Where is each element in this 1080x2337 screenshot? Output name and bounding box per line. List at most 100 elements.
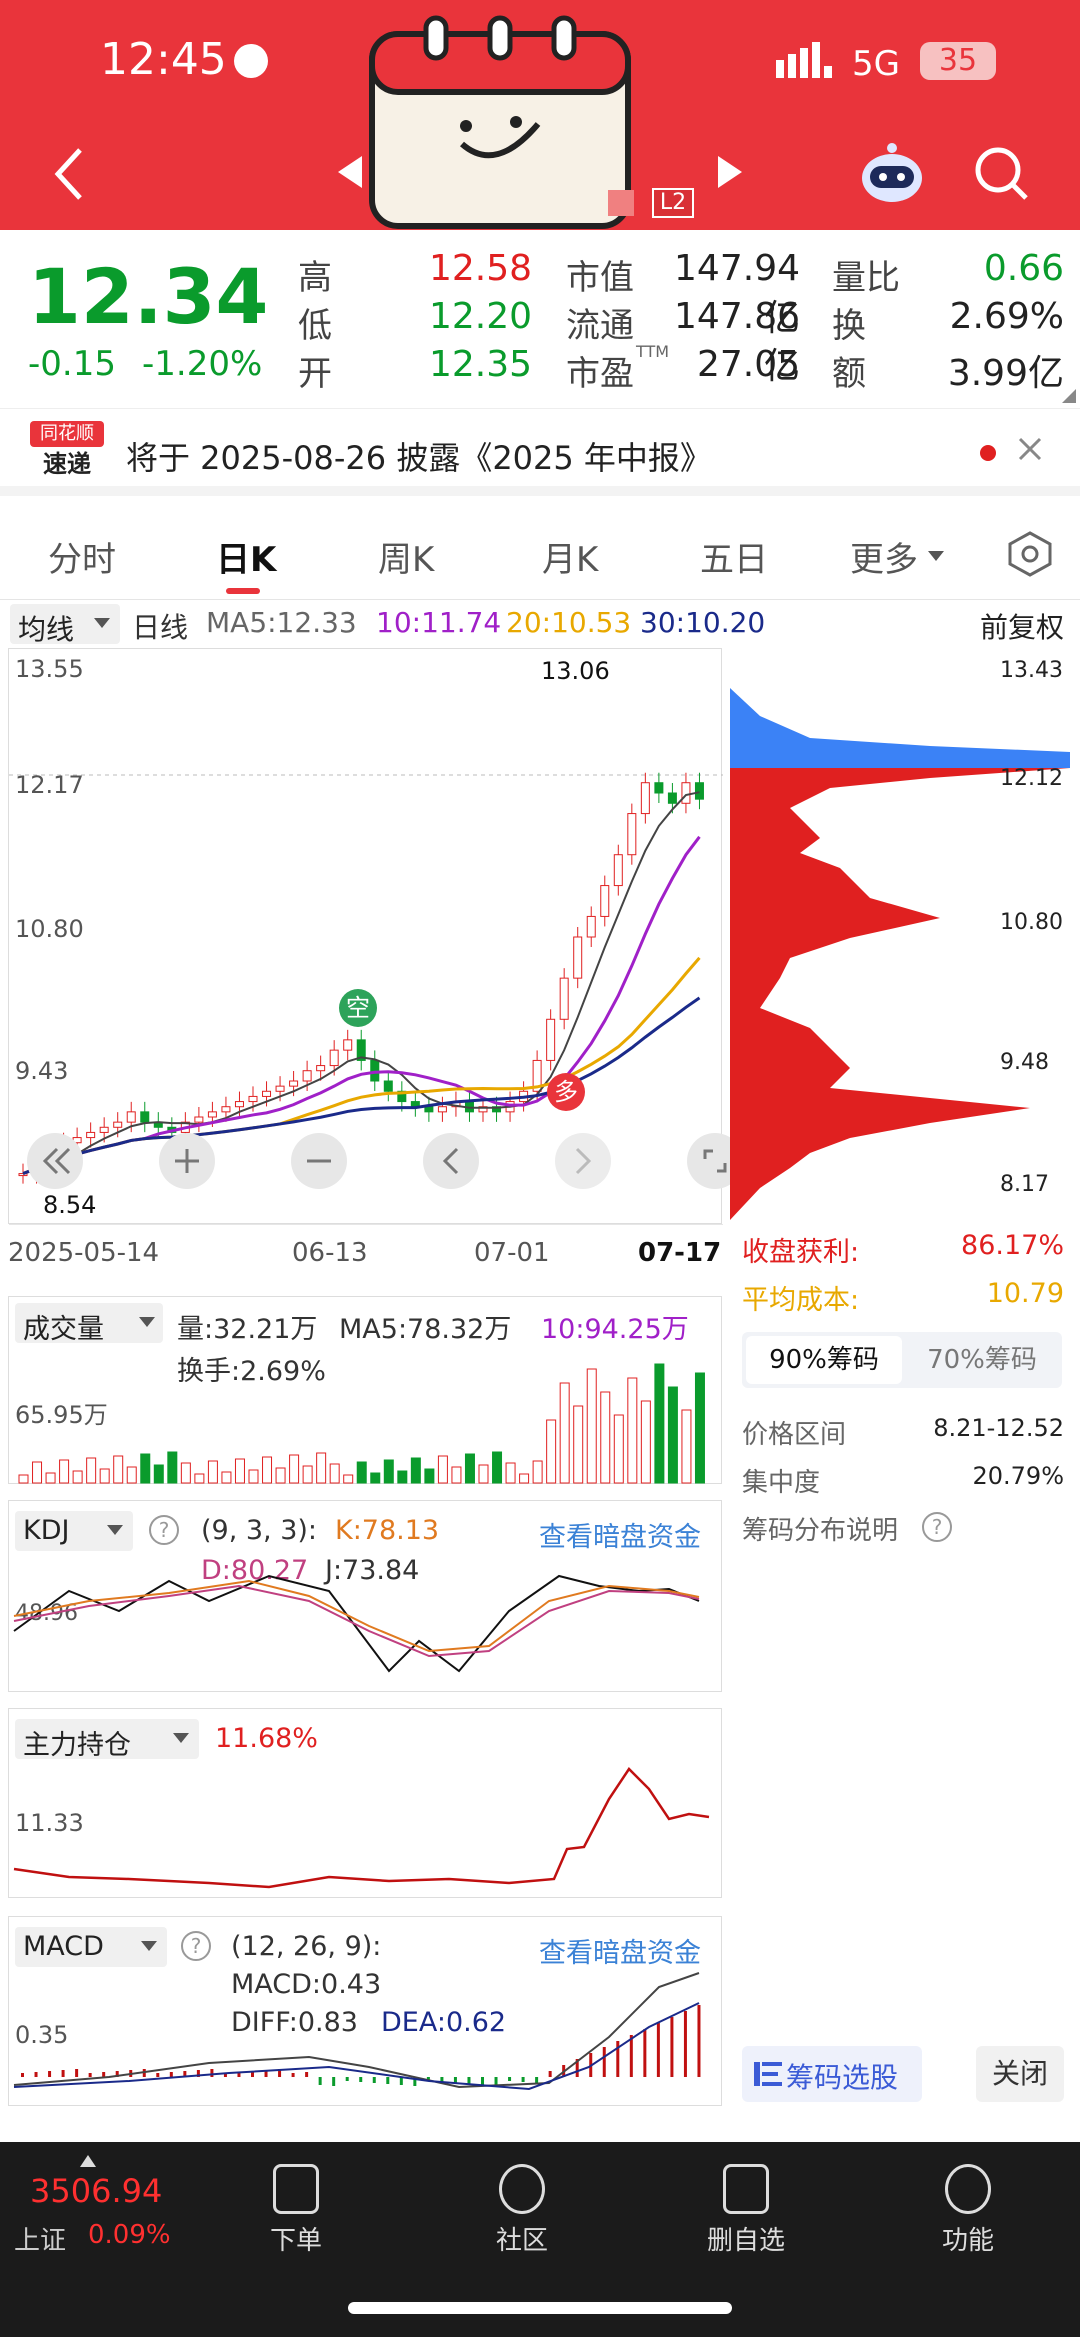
- volume-bar: [532, 1460, 543, 1484]
- prev-stock-icon[interactable]: [338, 156, 362, 188]
- chip-select-button[interactable]: 筹码选股: [742, 2046, 922, 2102]
- next-stock-icon[interactable]: [718, 156, 742, 188]
- volume-panel[interactable]: 成交量 量:32.21万 MA5:78.32万 10:94.25万 换手:2.6…: [8, 1296, 722, 1484]
- volume-bar: [234, 1458, 245, 1484]
- level-badge: L2: [652, 188, 694, 218]
- status-time: 12:45: [100, 34, 227, 85]
- battery-icon: 35: [920, 42, 996, 80]
- volume-bar: [262, 1456, 273, 1484]
- volume-bar: [654, 1363, 665, 1484]
- back-arrow-icon[interactable]: [50, 146, 90, 202]
- notice-bar[interactable]: 同花顺 速递 将于 2025-08-26 披露《2025 年中报》: [0, 408, 1080, 496]
- chip-price-4: 9.48: [1000, 1050, 1049, 1075]
- close-icon[interactable]: [1016, 435, 1044, 463]
- tab-weekly[interactable]: 周K: [378, 532, 434, 581]
- volume-bar: [126, 1466, 137, 1484]
- candle-body: [234, 1101, 244, 1108]
- volume-bar: [86, 1457, 97, 1484]
- candle-body: [316, 1065, 326, 1072]
- nav-order[interactable]: 下单: [226, 2152, 366, 2257]
- index-name: 上证: [14, 2226, 67, 2256]
- macd-bar: [548, 2071, 552, 2077]
- volume-bar: [613, 1414, 624, 1484]
- holding-panel[interactable]: 主力持仓 11.68% 11.33: [8, 1708, 722, 1898]
- chart-controls: [19, 1133, 743, 1193]
- chip-explain[interactable]: 筹码分布说明: [742, 1510, 898, 1547]
- tab-chip-70[interactable]: 70%筹码: [906, 1336, 1058, 1384]
- chip-distribution-chart[interactable]: 13.43 12.12 10.80 9.48 8.17: [730, 648, 1070, 1220]
- macd-bar: [670, 2017, 674, 2077]
- y-label-4: 9.43: [15, 1057, 69, 1085]
- stat-pe-label: 市盈: [566, 354, 634, 394]
- candle-body: [207, 1111, 217, 1118]
- volume-bar: [640, 1400, 651, 1484]
- stat-low-label: 低: [298, 306, 332, 346]
- macd-bar: [34, 2072, 38, 2077]
- macd-panel[interactable]: MACD ? (12, 26, 9): 查看暗盘资金 MACD:0.43 DIF…: [8, 1916, 722, 2106]
- buy-signal-badge: 多: [547, 1073, 585, 1111]
- stat-amount-value: 3.99亿: [947, 353, 1064, 394]
- indicator-select[interactable]: 均线: [10, 604, 120, 646]
- scroll-left-icon[interactable]: [423, 1133, 479, 1189]
- candle-body: [113, 1121, 123, 1128]
- tonghuashun-logo: 同花顺 速递: [30, 421, 104, 485]
- tab-daily[interactable]: 日K: [216, 532, 276, 581]
- macd-bar: [359, 2077, 363, 2082]
- index-value[interactable]: 3506.94: [30, 2172, 162, 2210]
- chip-range-value: 8.21-12.52: [933, 1414, 1064, 1442]
- candle-body: [640, 782, 650, 815]
- volume-bar: [275, 1467, 286, 1484]
- tab-more[interactable]: 更多: [850, 532, 918, 581]
- search-icon[interactable]: [972, 144, 1030, 202]
- index-pct: 0.09%: [88, 2220, 171, 2250]
- candle-body: [654, 782, 664, 794]
- tab-monthly[interactable]: 月K: [542, 532, 598, 581]
- adjust-mode[interactable]: 前复权: [980, 606, 1064, 646]
- volume-bar: [451, 1466, 462, 1484]
- indicator-select-label: 均线: [18, 613, 75, 646]
- nav-function[interactable]: 功能: [898, 2152, 1038, 2257]
- collapse-left-icon[interactable]: [27, 1133, 83, 1189]
- tab-chip-90[interactable]: 90%筹码: [746, 1336, 902, 1384]
- candle-body: [573, 936, 583, 979]
- community-icon: [499, 2164, 545, 2214]
- candle-body: [289, 1080, 299, 1087]
- tab-active-indicator: [226, 588, 260, 594]
- volume-bar: [370, 1472, 381, 1484]
- volume-bar: [424, 1468, 435, 1484]
- volume-bar: [289, 1454, 300, 1484]
- chevron-down-icon: [928, 548, 944, 561]
- date-label-4: 07-17: [638, 1238, 722, 1268]
- logo-top: 同花顺: [30, 421, 104, 447]
- volume-bar: [464, 1453, 475, 1484]
- kline-chart[interactable]: 13.55 12.17 10.80 9.43 13.06 8.54 空 多: [8, 648, 743, 1225]
- nav-community[interactable]: 社区: [452, 2152, 592, 2257]
- nav-community-label: 社区: [495, 2226, 548, 2256]
- expand-corner-icon[interactable]: [1062, 388, 1076, 403]
- macd-bar: [508, 2077, 512, 2081]
- robot-assistant-icon[interactable]: [856, 140, 928, 206]
- candle-body: [221, 1106, 231, 1113]
- nav-remove-watch[interactable]: 删自选: [676, 2152, 816, 2257]
- zoom-out-icon[interactable]: [291, 1133, 347, 1189]
- tab-intraday[interactable]: 分时: [48, 532, 116, 581]
- candle-body: [681, 782, 691, 804]
- kdj-panel[interactable]: KDJ ? (9, 3, 3): K:78.13 D:80.27 J:73.84…: [8, 1500, 722, 1692]
- chip-close-button[interactable]: 关闭: [976, 2046, 1064, 2102]
- chip-price-2: 12.12: [1000, 766, 1063, 791]
- scroll-right-icon[interactable]: [555, 1133, 611, 1189]
- zoom-in-icon[interactable]: [159, 1133, 215, 1189]
- date-label-3: 07-01: [474, 1238, 550, 1268]
- price-change: -0.15: [28, 344, 116, 384]
- calendar-sticker-icon: [366, 14, 634, 230]
- tab-fiveday[interactable]: 五日: [700, 532, 768, 581]
- candle-body: [667, 792, 677, 804]
- macd-bar: [305, 2072, 309, 2077]
- volume-bar: [167, 1451, 178, 1484]
- candle-body: [140, 1111, 150, 1123]
- y-label-2: 12.17: [15, 771, 84, 799]
- volume-bar: [140, 1453, 151, 1484]
- chip-ratio-toggle: 90%筹码 70%筹码: [742, 1332, 1062, 1388]
- help-icon[interactable]: ?: [922, 1512, 952, 1542]
- settings-hex-icon[interactable]: [1006, 530, 1054, 578]
